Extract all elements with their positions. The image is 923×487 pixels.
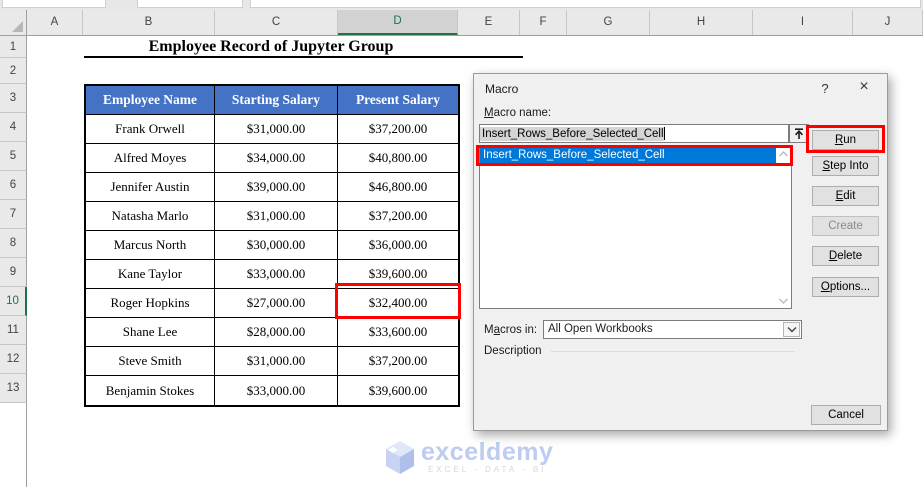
delete-button[interactable]: Delete: [812, 246, 879, 266]
description-label: Description: [484, 345, 542, 357]
table-cell[interactable]: $33,000.00: [215, 376, 338, 405]
column-header-e[interactable]: E: [458, 10, 520, 35]
macro-list[interactable]: Insert_Rows_Before_Selected_Cell: [479, 146, 792, 309]
table-cell[interactable]: Frank Orwell: [86, 115, 215, 144]
step-into-button[interactable]: Step Into: [812, 156, 879, 176]
column-header-d[interactable]: D: [338, 10, 458, 35]
table-cell[interactable]: $28,000.00: [215, 318, 338, 347]
edit-button[interactable]: Edit: [812, 186, 879, 206]
row-header-4[interactable]: 4: [0, 113, 27, 142]
macro-name-label: Macro name:: [484, 107, 552, 119]
table-cell[interactable]: Natasha Marlo: [86, 202, 215, 231]
sheet-title-cell[interactable]: Employee Record of Jupyter Group: [84, 37, 458, 57]
select-all-triangle-icon: [12, 21, 23, 32]
table-cell[interactable]: $37,200.00: [338, 202, 458, 231]
row-header-2[interactable]: 2: [0, 58, 27, 84]
table-cell[interactable]: Steve Smith: [86, 347, 215, 376]
help-icon[interactable]: ?: [818, 81, 832, 96]
table-cell[interactable]: $36,000.00: [338, 231, 458, 260]
exceldemy-cube-icon: [386, 441, 414, 474]
table-cell[interactable]: Marcus North: [86, 231, 215, 260]
table-cell[interactable]: $37,200.00: [338, 115, 458, 144]
table-cell[interactable]: Roger Hopkins: [86, 289, 215, 318]
column-header-row: ABCDEFGHIJ: [0, 10, 923, 36]
table-cell[interactable]: $27,000.00: [215, 289, 338, 318]
table-cell[interactable]: $30,000.00: [215, 231, 338, 260]
macro-dialog: Macro ? × Macro name: Insert_Rows_Before…: [473, 73, 888, 431]
insert-function-remnant: [137, 0, 243, 8]
options-button[interactable]: Options...: [812, 277, 879, 297]
table-cell[interactable]: Shane Lee: [86, 318, 215, 347]
annotation-box-run-button: [806, 125, 885, 153]
annotation-box-macro-item: [476, 145, 793, 166]
exceldemy-watermark: exceldemy EXCEL - DATA - BI: [383, 439, 553, 475]
excel-screen: ABCDEFGHIJ 1 2 3 4 5 6 7 8 9 10 11 12 13 Employee Re…: [0, 0, 923, 487]
scrollbar-down-icon[interactable]: [778, 297, 789, 305]
column-header-f[interactable]: F: [520, 10, 567, 35]
macro-name-value: Insert_Rows_Before_Selected_Cell: [480, 126, 664, 141]
column-header-j[interactable]: J: [853, 10, 923, 35]
table-cell[interactable]: $31,000.00: [215, 347, 338, 376]
table-header-employee-name[interactable]: Employee Name: [86, 86, 215, 115]
row-header-10[interactable]: 10: [0, 287, 27, 316]
row-header-8[interactable]: 8: [0, 229, 27, 258]
description-divider: [551, 351, 795, 352]
row-header-6[interactable]: 6: [0, 171, 27, 200]
table-header-present-salary[interactable]: Present Salary: [338, 86, 458, 115]
table-header-starting-salary[interactable]: Starting Salary: [215, 86, 338, 115]
row-header-3[interactable]: 3: [0, 84, 27, 113]
column-header-g[interactable]: G: [567, 10, 650, 35]
column-header-h[interactable]: H: [650, 10, 753, 35]
table-cell[interactable]: Alfred Moyes: [86, 144, 215, 173]
column-header-i[interactable]: I: [753, 10, 853, 35]
annotation-box-selected-cell: [335, 283, 461, 319]
table-cell[interactable]: Jennifer Austin: [86, 173, 215, 202]
table-cell[interactable]: $31,000.00: [215, 115, 338, 144]
title-underline: [84, 56, 523, 58]
macro-name-input[interactable]: Insert_Rows_Before_Selected_Cell: [479, 124, 789, 143]
table-cell[interactable]: $37,200.00: [338, 347, 458, 376]
row-header-12[interactable]: 12: [0, 345, 27, 374]
text-cursor: [663, 127, 665, 140]
column-header-b[interactable]: B: [83, 10, 215, 35]
create-button: Create: [812, 216, 879, 236]
close-icon[interactable]: ×: [855, 78, 873, 96]
table-cell[interactable]: $40,800.00: [338, 144, 458, 173]
formula-bar-remnant: [250, 0, 921, 8]
table-cell[interactable]: Benjamin Stokes: [86, 376, 215, 405]
table-cell[interactable]: $39,600.00: [338, 376, 458, 405]
row-header-11[interactable]: 11: [0, 316, 27, 345]
row-header-1[interactable]: 1: [0, 36, 27, 58]
macros-in-value: All Open Workbooks: [548, 323, 653, 335]
table-cell[interactable]: $46,800.00: [338, 173, 458, 202]
row-header-column: 1 2 3 4 5 6 7 8 9 10 11 12 13: [0, 36, 27, 487]
employee-table: Employee Name Starting Salary Present Sala…: [84, 84, 460, 407]
macros-in-label: Macros in:: [484, 324, 538, 336]
row-header-9[interactable]: 9: [0, 258, 27, 287]
chevron-down-icon[interactable]: [783, 322, 800, 337]
table-cell[interactable]: $34,000.00: [215, 144, 338, 173]
name-box-remnant: [2, 0, 106, 8]
row-header-5[interactable]: 5: [0, 142, 27, 171]
cancel-button[interactable]: Cancel: [811, 405, 881, 425]
table-cell[interactable]: $39,000.00: [215, 173, 338, 202]
dialog-title: Macro: [485, 82, 519, 96]
row-header-filler: [0, 403, 27, 487]
column-header-c[interactable]: C: [215, 10, 338, 35]
row-header-13[interactable]: 13: [0, 374, 27, 403]
formula-bar-strip: [0, 0, 923, 10]
table-cell[interactable]: $33,000.00: [215, 260, 338, 289]
watermark-brand: exceldemy: [421, 438, 554, 466]
table-cell[interactable]: $31,000.00: [215, 202, 338, 231]
column-header-a[interactable]: A: [27, 10, 83, 35]
row-header-7[interactable]: 7: [0, 200, 27, 229]
watermark-tagline: EXCEL - DATA - BI: [427, 465, 547, 474]
select-all-corner[interactable]: [0, 10, 27, 35]
table-cell[interactable]: Kane Taylor: [86, 260, 215, 289]
table-cell[interactable]: $33,600.00: [338, 318, 458, 347]
macros-in-dropdown[interactable]: All Open Workbooks: [543, 320, 802, 339]
